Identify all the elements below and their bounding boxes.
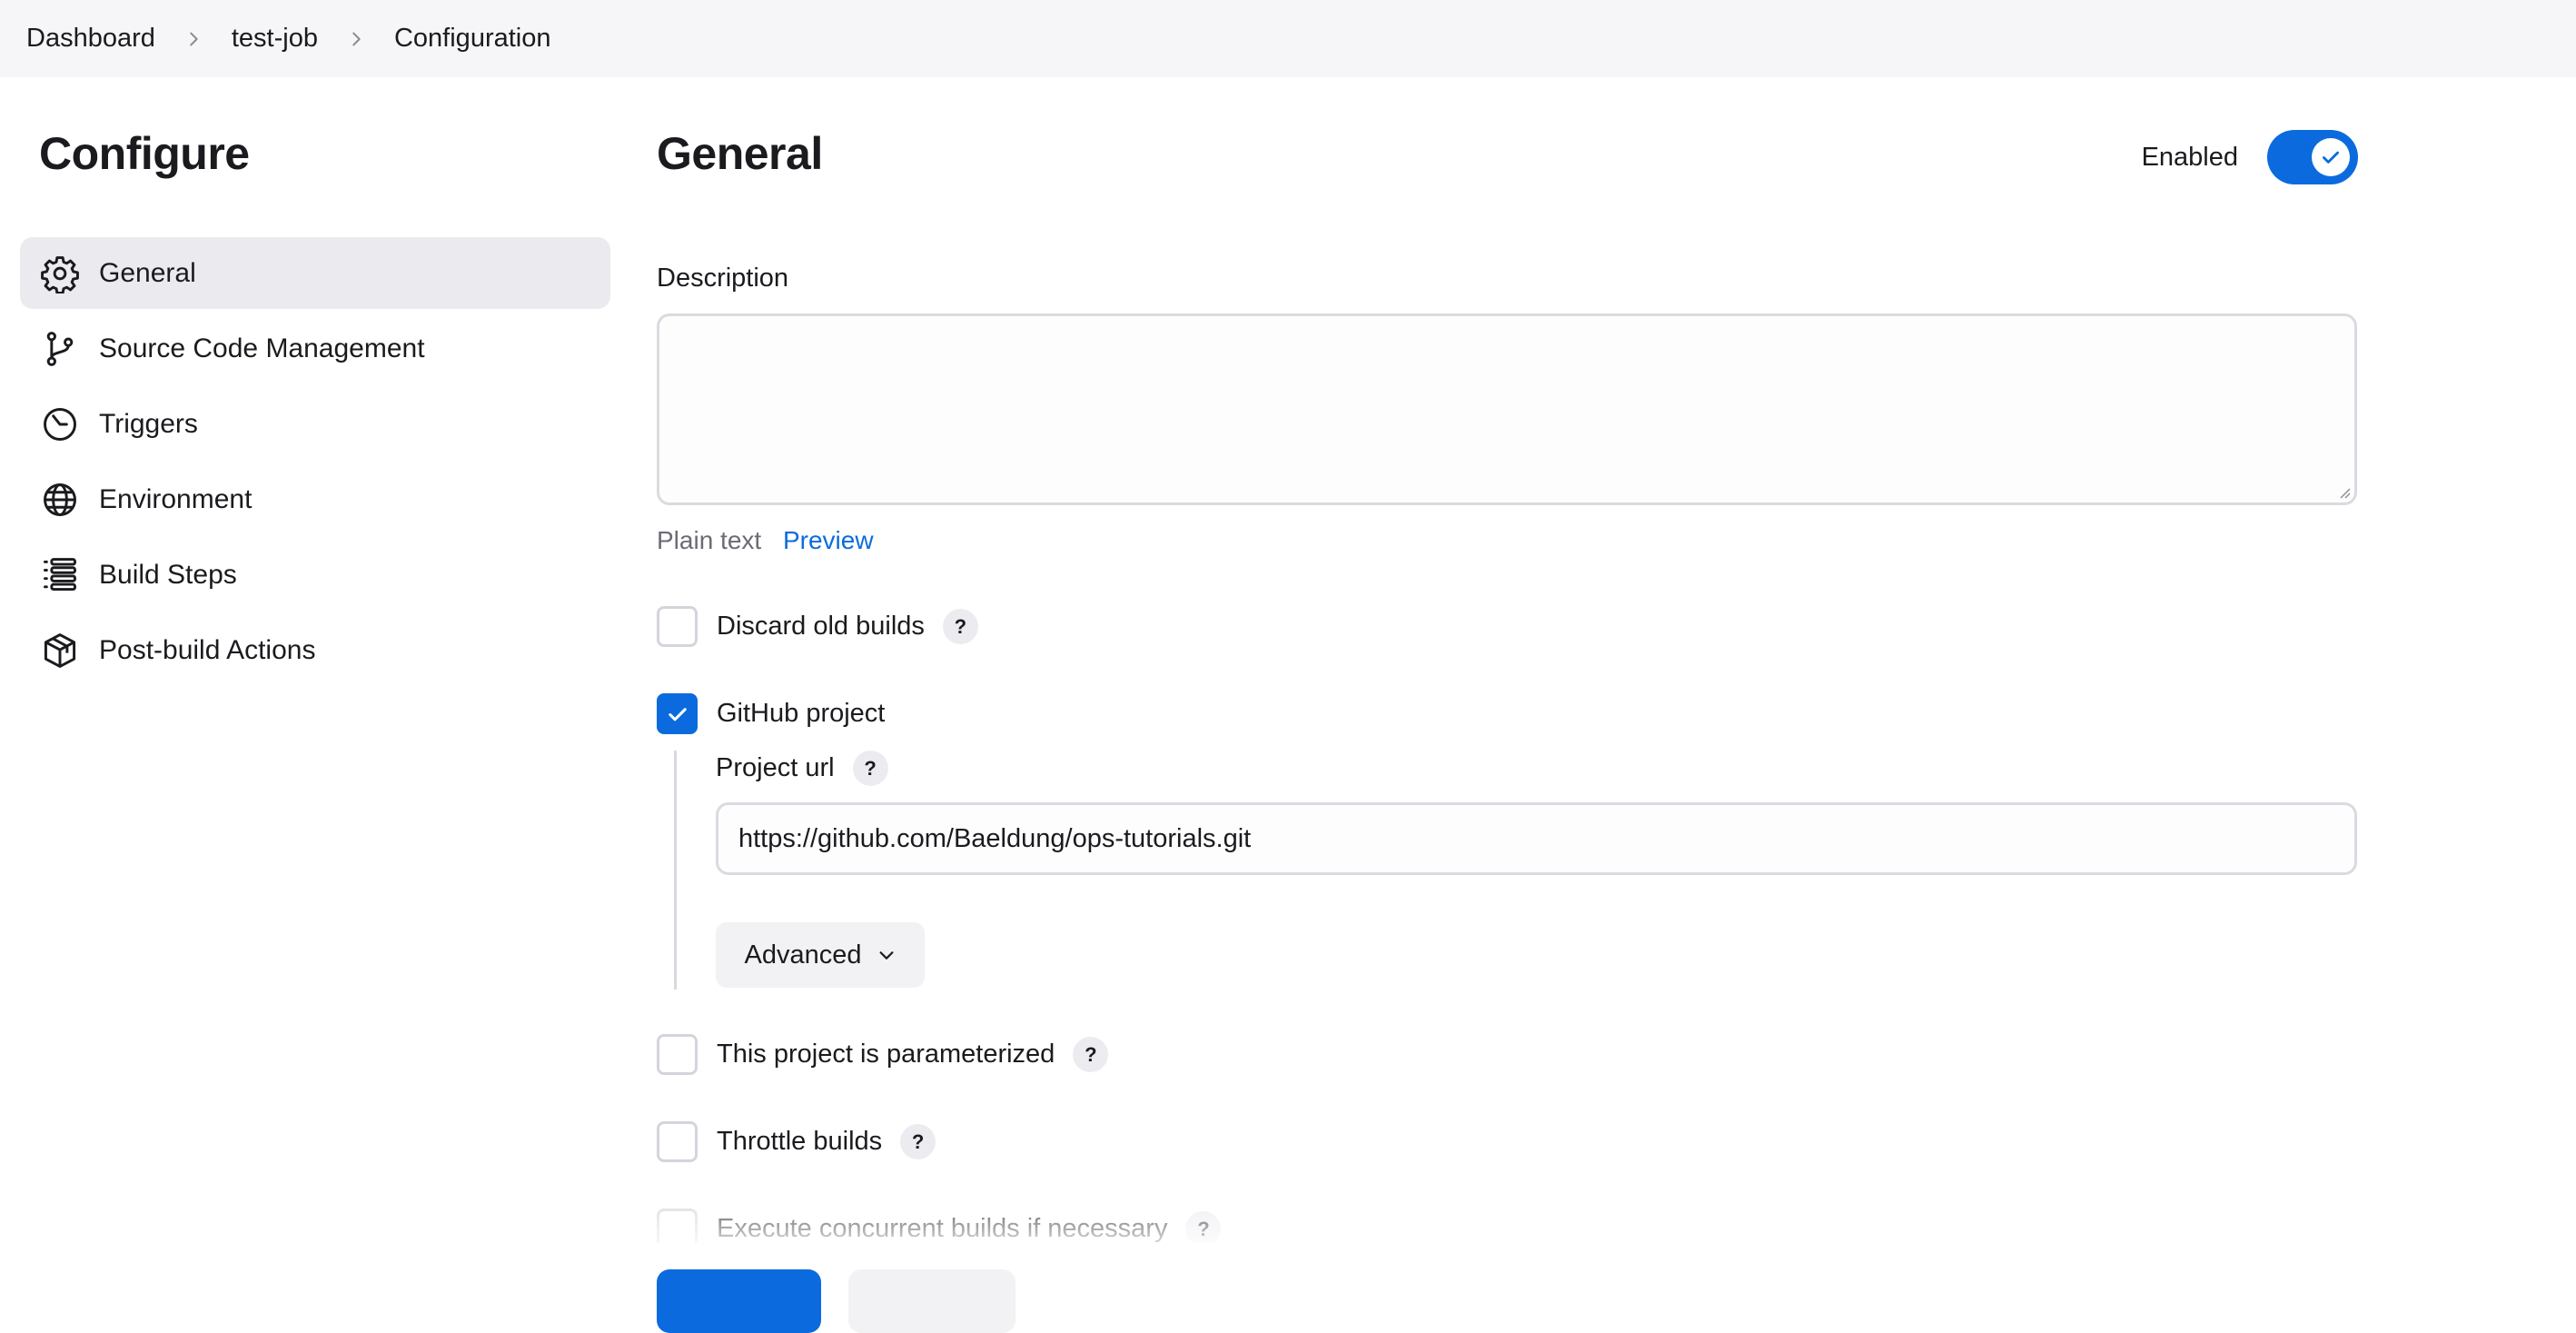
parameterized-checkbox[interactable] bbox=[657, 1034, 698, 1075]
breadcrumb-dashboard[interactable]: Dashboard bbox=[26, 24, 155, 54]
enabled-label: Enabled bbox=[2141, 142, 2238, 172]
github-project-option: GitHub project bbox=[657, 693, 885, 734]
discard-old-builds-option: Discard old builds ? bbox=[657, 606, 978, 647]
parameterized-label: This project is parameterized bbox=[717, 1040, 1055, 1069]
check-icon bbox=[668, 707, 687, 721]
breadcrumb: Dashboard test-job Configuration bbox=[0, 0, 2576, 77]
advanced-button[interactable]: Advanced bbox=[716, 922, 925, 988]
github-project-checkbox[interactable] bbox=[657, 693, 698, 734]
sidebar-item-post-build-actions[interactable]: Post-build Actions bbox=[20, 614, 610, 686]
sidebar-item-general[interactable]: General bbox=[20, 237, 610, 309]
project-url-label-row: Project url ? bbox=[716, 751, 888, 786]
sidebar-item-label: General bbox=[99, 257, 196, 288]
project-url-input[interactable]: https://github.com/Baeldung/ops-tutorial… bbox=[716, 802, 2357, 875]
chevron-right-icon bbox=[346, 29, 366, 49]
package-icon bbox=[40, 631, 80, 671]
sidebar-item-label: Environment bbox=[99, 483, 253, 514]
sidebar-title: Configure bbox=[39, 128, 250, 179]
help-icon[interactable]: ? bbox=[1185, 1211, 1222, 1247]
resize-grip-icon[interactable] bbox=[2338, 486, 2351, 499]
help-icon[interactable]: ? bbox=[900, 1124, 936, 1159]
advanced-label: Advanced bbox=[744, 940, 862, 970]
sidebar-item-label: Source Code Management bbox=[99, 333, 425, 363]
apply-button[interactable] bbox=[848, 1269, 1016, 1333]
breadcrumb-test-job[interactable]: test-job bbox=[232, 24, 318, 54]
bottom-action-bar bbox=[0, 1243, 2576, 1292]
nested-section-divider bbox=[674, 751, 677, 990]
clock-icon bbox=[40, 404, 80, 444]
throttle-builds-checkbox[interactable] bbox=[657, 1121, 698, 1162]
concurrent-builds-label: Execute concurrent builds if necessary bbox=[717, 1214, 1168, 1243]
enabled-control: Enabled bbox=[2142, 130, 2358, 184]
sidebar-item-environment[interactable]: Environment bbox=[20, 463, 610, 535]
sidebar-item-label: Build Steps bbox=[99, 559, 237, 590]
sidebar-item-label: Triggers bbox=[99, 408, 198, 439]
sidebar-item-triggers[interactable]: Triggers bbox=[20, 388, 610, 460]
discard-old-builds-label: Discard old builds bbox=[717, 612, 925, 641]
globe-icon bbox=[40, 480, 80, 520]
page-title: General bbox=[657, 128, 823, 179]
description-label: Description bbox=[657, 264, 789, 293]
preview-link[interactable]: Preview bbox=[783, 526, 874, 554]
sidebar-item-source-code-management[interactable]: Source Code Management bbox=[20, 313, 610, 384]
description-format: Plain text Preview bbox=[657, 526, 874, 555]
chevron-right-icon bbox=[183, 29, 203, 49]
help-icon[interactable]: ? bbox=[852, 751, 888, 786]
enabled-toggle[interactable] bbox=[2267, 130, 2358, 184]
chevron-down-icon bbox=[878, 951, 894, 960]
github-project-label: GitHub project bbox=[717, 699, 886, 728]
help-icon[interactable]: ? bbox=[1073, 1037, 1109, 1072]
parameterized-option: This project is parameterized ? bbox=[657, 1034, 1109, 1075]
plain-text-label: Plain text bbox=[657, 526, 762, 554]
description-textarea[interactable] bbox=[657, 313, 2357, 505]
project-url-label: Project url bbox=[716, 753, 835, 782]
git-branch-icon bbox=[40, 329, 80, 369]
sidebar-item-build-steps[interactable]: Build Steps bbox=[20, 539, 610, 611]
check-icon bbox=[2312, 138, 2350, 176]
discard-old-builds-checkbox[interactable] bbox=[657, 606, 698, 647]
sidebar-item-label: Post-build Actions bbox=[99, 634, 316, 665]
throttle-builds-option: Throttle builds ? bbox=[657, 1121, 936, 1162]
breadcrumb-configuration[interactable]: Configuration bbox=[394, 24, 551, 54]
sidebar-nav: General Source Code Management Triggers … bbox=[20, 237, 610, 690]
help-icon[interactable]: ? bbox=[942, 609, 978, 644]
list-icon bbox=[40, 555, 80, 595]
save-button[interactable] bbox=[657, 1269, 821, 1333]
gear-icon bbox=[40, 254, 80, 293]
throttle-builds-label: Throttle builds bbox=[717, 1127, 883, 1156]
